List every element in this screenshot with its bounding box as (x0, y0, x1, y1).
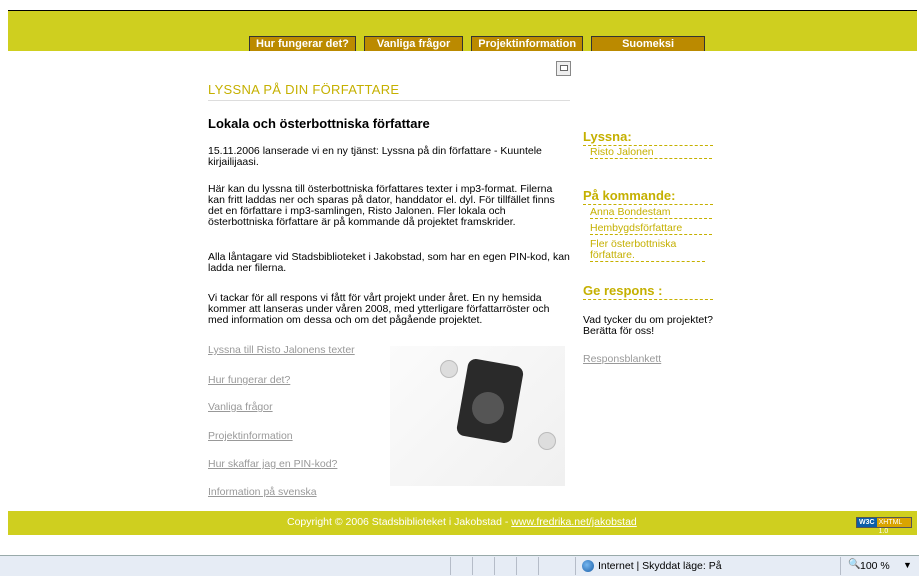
sidebar-heading-listen: Lyssna: (583, 129, 713, 146)
link-info-svenska[interactable]: Information på svenska (208, 486, 317, 498)
footer-copyright: Copyright © 2006 Stadsbiblioteket i Jako… (287, 516, 637, 528)
status-separator (575, 557, 576, 575)
security-zone[interactable]: Internet | Skyddat läge: På (598, 560, 722, 572)
page-heading: LYSSNA PÅ DIN FÖRFATTARE (208, 82, 570, 101)
feedback-link[interactable]: Responsblankett (583, 353, 661, 365)
earbud-left (440, 360, 458, 378)
link-hur-fungerar[interactable]: Hur fungerar det? (208, 374, 290, 386)
copyright-text: Copyright © 2006 Stadsbiblioteket i Jako… (287, 516, 512, 528)
sidebar-item-fler[interactable]: Fler österbottniska författare. (590, 239, 705, 262)
status-separator (516, 557, 517, 575)
status-separator (538, 557, 539, 575)
browser-statusbar (0, 555, 919, 576)
chevron-down-icon[interactable]: ▼ (903, 560, 912, 570)
link-lyssna-risto[interactable]: Lyssna till Risto Jalonens texter (208, 344, 355, 356)
paragraph-3: Alla låntagare vid Stadsbiblioteket i Ja… (208, 251, 570, 274)
nav-vanliga-fragor[interactable]: Vanliga frågor (363, 36, 464, 51)
link-projektinformation[interactable]: Projektinformation (208, 430, 293, 442)
status-separator (840, 557, 841, 575)
paragraph-2: Här kan du lyssna till österbottniska fö… (208, 183, 555, 228)
sidebar-heading-upcoming: På kommande: (583, 188, 713, 205)
paragraph-1: 15.11.2006 lanserade vi en ny tjänst: Ly… (208, 145, 542, 168)
globe-icon (582, 560, 594, 572)
status-separator (472, 557, 473, 575)
nav-hur-fungerar[interactable]: Hur fungerar det? (249, 36, 356, 51)
frame-left (0, 10, 8, 555)
article-title: Lokala och österbottniska författare (208, 116, 430, 131)
footer-link[interactable]: www.fredrika.net/jakobstad (511, 516, 636, 528)
nav-projektinformation[interactable]: Projektinformation (471, 36, 584, 51)
top-nav: Hur fungerar det? Vanliga frågor Projekt… (249, 36, 706, 51)
feedback-text: Vad tycker du om projektet? Berätta för … (583, 314, 713, 337)
link-vanliga-fragor[interactable]: Vanliga frågor (208, 401, 273, 413)
sidebar-heading-feedback: Ge respons : (583, 283, 713, 300)
link-pin-kod[interactable]: Hur skaffar jag en PIN-kod? (208, 458, 337, 470)
sidebar-item-hembygd[interactable]: Hembygdsförfattare (590, 223, 712, 235)
print-icon[interactable] (556, 61, 571, 76)
zoom-icon[interactable]: 🔍 (848, 559, 860, 570)
earbud-right (538, 432, 556, 450)
page-bottom-blank (8, 535, 917, 555)
window-top (0, 0, 919, 10)
w3c-badge-left: W3C (857, 518, 877, 527)
zoom-level[interactable]: 100 % (860, 560, 890, 572)
status-separator (494, 557, 495, 575)
paragraph-4: Vi tackar för all respons vi fått för vå… (208, 292, 550, 326)
w3c-badge-right: XHTML 1.0 (876, 518, 911, 535)
w3c-badge[interactable]: W3C XHTML 1.0 (856, 517, 912, 535)
nav-suomeksi[interactable]: Suomeksi (591, 36, 706, 51)
status-separator (450, 557, 451, 575)
sidebar-item-risto[interactable]: Risto Jalonen (590, 147, 712, 159)
sidebar-item-anna[interactable]: Anna Bondestam (590, 207, 712, 219)
